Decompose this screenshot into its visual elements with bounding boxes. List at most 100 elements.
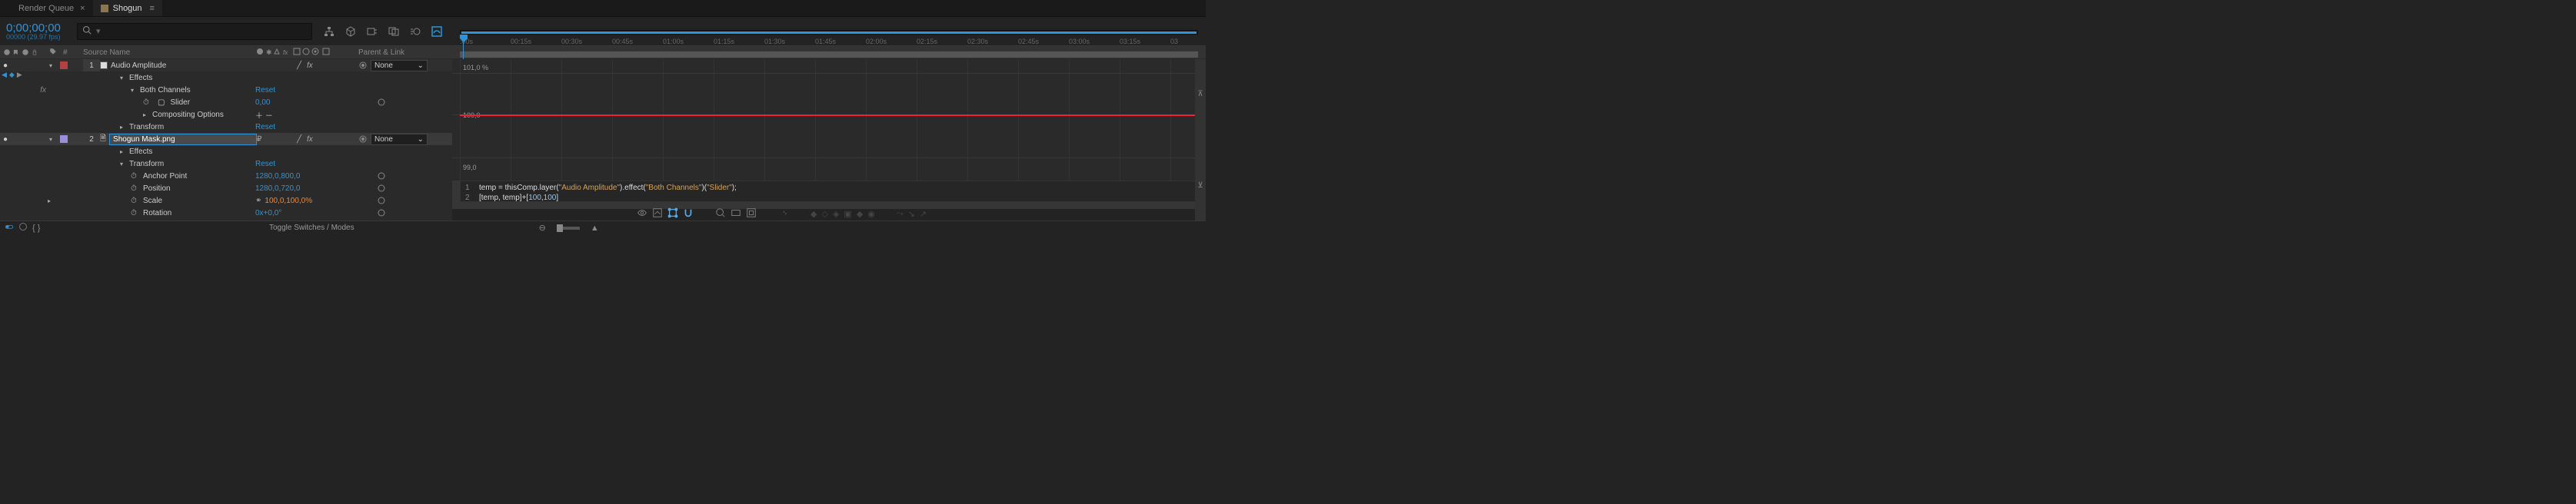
tab-composition[interactable]: Shogun ≡ <box>93 0 162 16</box>
eye-show-icon[interactable] <box>637 207 647 220</box>
next-keyframe-icon[interactable]: ▶ <box>17 71 22 79</box>
draft-3d-icon[interactable] <box>344 25 357 38</box>
linear-keyframe-icon[interactable]: ◆ <box>857 209 863 219</box>
rotation-value[interactable]: 0x+0,0° <box>255 209 355 217</box>
stopwatch-icon[interactable]: ⏱ <box>131 172 140 181</box>
render-time-icon[interactable] <box>18 222 28 234</box>
quality-icon[interactable]: ╱ <box>297 135 301 144</box>
snap-icon[interactable] <box>683 207 694 220</box>
property-rotation[interactable]: ⏱Rotation0x+0,0° <box>0 207 452 219</box>
pickwhip-icon[interactable] <box>377 171 386 181</box>
separate-dimensions-icon[interactable] <box>778 207 789 220</box>
prev-keyframe-icon[interactable]: ◀ <box>2 71 7 79</box>
property-compositing-options[interactable]: ▸Compositing Options＋ － <box>0 108 452 121</box>
twirl-icon[interactable]: ▾ <box>49 62 55 69</box>
pickwhip-icon[interactable] <box>377 208 386 217</box>
layer-name-input[interactable]: Shogun Mask.png <box>109 134 257 145</box>
playhead[interactable] <box>460 35 468 56</box>
show-transform-box-icon[interactable] <box>667 207 678 220</box>
graph-editor-icon[interactable] <box>431 25 443 38</box>
property-both-channels[interactable]: fx▾Both ChannelsReset <box>0 84 452 96</box>
stopwatch-icon[interactable]: ⏱ <box>131 184 140 193</box>
anchor-value[interactable]: 1280,0,800,0 <box>255 172 355 181</box>
tab-render-queue[interactable]: Render Queue × <box>11 0 93 16</box>
layer-row[interactable]: ● ▾ 2 🗎Shogun Mask.png ₽╱fx None⌄ <box>0 133 452 145</box>
stopwatch-icon[interactable]: ⏱ <box>131 197 140 205</box>
keyframe-velocity-icon[interactable]: ◈ <box>833 209 839 219</box>
edit-keyframe-icon[interactable]: ◆ <box>810 209 817 219</box>
add-keyframe-icon[interactable]: ◆ <box>9 71 15 79</box>
pickwhip-icon[interactable] <box>358 61 368 70</box>
current-time[interactable]: 0;00;00;00 00000 (29.97 fps) <box>6 22 72 41</box>
expression-editor[interactable]: 1 temp = thisComp.layer("Audio Amplitude… <box>460 181 1198 202</box>
expression-enable-icon[interactable]: ▢ <box>158 98 165 107</box>
vertical-scrollbar[interactable]: ⊼ ⊻ <box>1195 59 1206 220</box>
easy-ease-icon[interactable]: ⤳ <box>897 209 904 219</box>
pickwhip-icon[interactable] <box>377 196 386 205</box>
layer-row[interactable]: ● ▾ 1 Audio Amplitude ╱fx None⌄ <box>0 59 452 71</box>
fx-icon[interactable]: fx <box>307 135 313 144</box>
label-color[interactable] <box>60 61 68 69</box>
keyframe-navigator: ◀ ◆ ▶ <box>2 71 22 79</box>
zoom-slider[interactable] <box>557 227 580 230</box>
property-scale[interactable]: ▸⏱Scale⚭100,0,100,0% <box>0 194 452 207</box>
property-slider[interactable]: ⏱▢Slider0,00 <box>0 96 452 108</box>
toggle-switches-icon[interactable] <box>5 222 14 234</box>
stopwatch-icon[interactable]: ⏱ <box>131 209 140 217</box>
frame-blend-icon[interactable] <box>388 25 400 38</box>
twirl-icon[interactable]: ▾ <box>49 136 55 143</box>
property-effects[interactable]: ▸Effects <box>0 145 452 158</box>
fit-selection-icon[interactable] <box>731 207 741 220</box>
index-header[interactable]: # <box>60 48 83 57</box>
property-transform[interactable]: ▸TransformReset <box>0 121 452 133</box>
parent-dropdown[interactable]: None⌄ <box>371 60 428 71</box>
parent-dropdown[interactable]: None⌄ <box>371 134 428 145</box>
fit-all-icon[interactable] <box>746 207 757 220</box>
shy-icon[interactable] <box>366 25 378 38</box>
source-name-header[interactable]: Source Name <box>83 48 255 57</box>
layer-search[interactable]: ▾ <box>77 23 312 40</box>
stopwatch-icon[interactable]: ⏱ <box>143 98 152 107</box>
choose-graph-type-icon[interactable] <box>652 207 663 220</box>
pickwhip-icon[interactable] <box>358 134 368 144</box>
easy-ease-out-icon[interactable]: ↗ <box>920 209 927 219</box>
constrain-icon[interactable]: ⚭ <box>255 197 261 205</box>
av-features-column <box>0 29 11 191</box>
position-value[interactable]: 1280,0,720,0 <box>255 184 355 193</box>
add-remove-icons[interactable]: ＋ － <box>255 109 355 121</box>
fx-icon[interactable]: fx <box>307 61 313 70</box>
quality-icon[interactable]: ╱ <box>297 61 301 70</box>
panel-menu-icon[interactable]: ≡ <box>150 4 155 13</box>
property-opacity[interactable]: ⏱Opacity <box>0 219 452 220</box>
scroll-end-icon[interactable]: ⊻ <box>1197 181 1203 190</box>
scale-value[interactable]: ⚭100,0,100,0% <box>255 197 355 205</box>
zoom-in-icon[interactable]: ▲ <box>591 224 599 233</box>
label-color[interactable] <box>60 135 68 143</box>
toggle-switches-button[interactable]: Toggle Switches / Modes <box>269 224 354 232</box>
close-icon[interactable]: × <box>80 4 85 13</box>
label-header[interactable] <box>49 48 60 58</box>
keyframe-interpolation-icon[interactable]: ◇ <box>821 209 827 219</box>
composition-flowchart-icon[interactable] <box>323 25 335 38</box>
motion-blur-icon[interactable] <box>409 25 421 38</box>
auto-zoom-icon[interactable] <box>715 207 726 220</box>
graph-viewport[interactable]: 101,0 % 100,0 99,0 <box>452 59 1206 181</box>
property-transform[interactable]: ▾TransformReset <box>0 158 452 170</box>
scroll-start-icon[interactable]: ⊼ <box>1197 90 1203 98</box>
property-position[interactable]: ⏱Position1280,0,720,0 <box>0 182 452 194</box>
reset-link[interactable]: Reset <box>255 86 355 94</box>
zoom-out-icon[interactable]: ⊖ <box>539 223 546 233</box>
reset-link[interactable]: Reset <box>255 123 355 131</box>
easy-ease-in-icon[interactable]: ↘ <box>908 209 915 219</box>
auto-bezier-icon[interactable]: ◉ <box>867 209 875 219</box>
slider-value[interactable]: 0,00 <box>255 98 355 107</box>
brackets-icon[interactable]: { } <box>32 224 40 233</box>
time-ruler[interactable]: :00s00:15s00:30s00:45s01:00s01:15s01:30s… <box>452 30 1206 59</box>
hold-keyframe-icon[interactable]: ▣ <box>844 209 851 219</box>
pickwhip-icon[interactable] <box>377 184 386 193</box>
fx-enable-icon[interactable]: fx <box>40 86 46 94</box>
property-anchor-point[interactable]: ⏱Anchor Point1280,0,800,0 <box>0 170 452 182</box>
pickwhip-icon[interactable] <box>377 98 386 107</box>
reset-link[interactable]: Reset <box>255 160 355 168</box>
property-effects[interactable]: ▾Effects <box>0 71 452 84</box>
